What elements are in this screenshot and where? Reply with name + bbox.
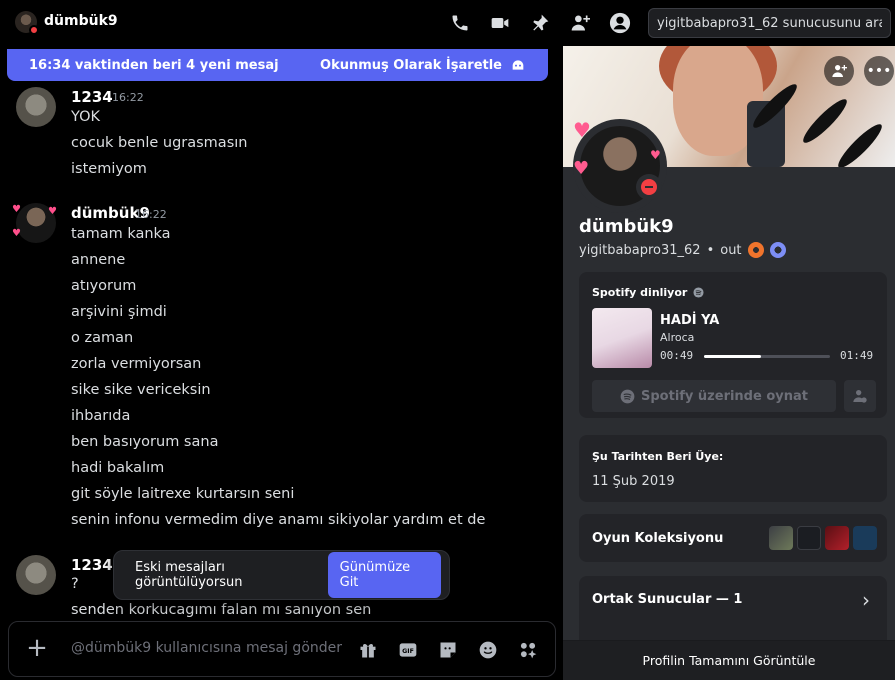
profile-icon[interactable]: [609, 12, 631, 34]
message-line: hadi bakalım: [71, 460, 165, 476]
jump-to-present-bar: Eski mesajları görüntülüyorsun Günümüze …: [113, 550, 450, 600]
message-line: istemiyom: [71, 161, 147, 177]
message-author[interactable]: 1234: [71, 556, 113, 574]
avatar[interactable]: [16, 87, 56, 127]
mark-as-read-button[interactable]: Okunmuş Olarak İşaretle: [320, 57, 526, 73]
album-cover[interactable]: [592, 308, 652, 368]
search-input[interactable]: [649, 9, 890, 37]
dnd-status-icon: [636, 174, 662, 200]
more-icon[interactable]: •••: [864, 56, 894, 86]
profile-username-row: yigitbabapro31_62 • out: [579, 242, 786, 258]
mutual-servers-label: Ortak Sunucular — 1: [592, 592, 743, 607]
listen-along-icon: [853, 390, 867, 403]
heart-decoration-icon: ♥: [12, 228, 21, 239]
message-line: atıyorum: [71, 278, 137, 294]
apex-game-icon[interactable]: [853, 526, 877, 550]
pin-icon[interactable]: [529, 12, 551, 34]
heart-decoration-icon: ♥: [48, 206, 57, 217]
game-collection-card[interactable]: Oyun Koleksiyonu: [579, 514, 887, 562]
gta-game-icon[interactable]: [769, 526, 793, 550]
view-full-profile-button[interactable]: Profilin Tamamını Görüntüle: [563, 640, 895, 680]
message-line: zorla vermiyorsan: [71, 356, 202, 372]
profile-username[interactable]: yigitbabapro31_62: [579, 243, 701, 258]
spotify-activity-card: Spotify dinliyor HADİ YA Alroca 00:49 01…: [579, 272, 887, 418]
nitro-badge-icon[interactable]: [769, 242, 786, 258]
message-line: git söyle laitrexe kurtarsın seni: [71, 486, 295, 502]
message-line: ben basıyorum sana: [71, 434, 219, 450]
play-on-spotify-label: Spotify üzerinde oynat: [641, 388, 808, 404]
duration-time: 01:49: [840, 349, 874, 362]
dm-title[interactable]: dümbük9: [44, 13, 118, 29]
mark-read-icon: [512, 60, 524, 70]
song-progress-fill: [704, 355, 761, 358]
message-line: cocuk benle ugrasmasın: [71, 135, 248, 151]
add-friend-icon[interactable]: [569, 12, 591, 34]
message-line: o zaman: [71, 330, 134, 346]
search-field[interactable]: [648, 8, 891, 38]
new-messages-banner[interactable]: 16:34 vaktinden beri 4 yeni mesaj Okunmu…: [7, 49, 548, 81]
profile-pronouns: out: [720, 242, 742, 258]
spotify-header: Spotify dinliyor: [592, 286, 704, 299]
play-on-spotify-button[interactable]: Spotify üzerinde oynat: [592, 380, 836, 412]
message-line: YOK: [71, 109, 100, 125]
message-line: sike sike vericeksin: [71, 382, 211, 398]
red-game-icon[interactable]: [825, 526, 849, 550]
message-line: tamam kanka: [71, 226, 171, 242]
mark-as-read-label: Okunmuş Olarak İşaretle: [320, 57, 502, 73]
dnd-status-icon: [29, 25, 39, 35]
emoji-icon[interactable]: [476, 638, 500, 662]
message-author[interactable]: 1234: [71, 88, 113, 106]
message-line: senin infonu vermedim diye anamı sikiyol…: [71, 512, 486, 528]
member-since-date: 11 Şub 2019: [592, 474, 675, 489]
chat-pane: 16:34 vaktinden beri 4 yeni mesaj Okunmu…: [0, 46, 563, 680]
jump-to-present-button[interactable]: Günümüze Git: [327, 552, 441, 598]
phone-icon[interactable]: [449, 12, 471, 34]
top-bar: dümbük9: [0, 0, 895, 46]
gif-icon[interactable]: GIF: [396, 638, 420, 662]
message-line: arşivini şimdi: [71, 304, 167, 320]
heart-decoration-icon: ♥: [573, 158, 590, 179]
song-title[interactable]: HADİ YA: [660, 313, 719, 328]
spotify-icon: [693, 287, 704, 298]
message-line: ihbarıda: [71, 408, 131, 424]
song-artist[interactable]: Alroca: [660, 331, 694, 344]
member-since-label: Şu Tarihten Beri Üye:: [592, 450, 724, 463]
heart-decoration-icon: ♥: [650, 148, 661, 162]
profile-panel: ••• ♥ ♥ ♥ dümbük9 yigitbabapro31_62 • ou…: [563, 46, 895, 680]
spotify-icon: [620, 389, 635, 403]
add-friend-button[interactable]: [824, 56, 854, 86]
sticker-icon[interactable]: [436, 638, 460, 662]
spotify-header-label: Spotify dinliyor: [592, 286, 688, 299]
feather-decoration: [798, 94, 852, 148]
hypesquad-badge-icon[interactable]: [747, 242, 764, 258]
new-messages-text: 16:34 vaktinden beri 4 yeni mesaj: [29, 57, 279, 73]
apps-icon[interactable]: [516, 638, 540, 662]
old-messages-notice: Eski mesajları görüntülüyorsun: [135, 560, 243, 590]
game-collection-label: Oyun Koleksiyonu: [592, 530, 724, 546]
separator-dot: •: [706, 242, 715, 258]
svg-text:GIF: GIF: [402, 648, 414, 655]
listen-along-button[interactable]: [844, 380, 876, 412]
profile-display-name: dümbük9: [579, 216, 674, 237]
message-timestamp: 16:22: [112, 91, 144, 104]
message-line: ?: [71, 576, 79, 592]
video-icon[interactable]: [489, 12, 511, 34]
message-line: senden korkucagımı falan mı sanıyon sen: [71, 602, 372, 618]
chevron-right-icon: ›: [862, 588, 870, 612]
avatar[interactable]: [16, 555, 56, 595]
heart-decoration-icon: ♥: [12, 204, 21, 215]
message-timestamp: 16:22: [135, 208, 167, 221]
member-since-card: Şu Tarihten Beri Üye: 11 Şub 2019: [579, 435, 887, 502]
heart-decoration-icon: ♥: [573, 118, 591, 142]
gift-icon[interactable]: [356, 638, 380, 662]
message-input[interactable]: @dümbük9 kullanıcısına mesaj gönder: [71, 640, 342, 656]
plus-icon[interactable]: +: [25, 635, 49, 661]
elapsed-time: 00:49: [660, 349, 694, 362]
message-line: annene: [71, 252, 126, 268]
feather-decoration: [833, 119, 887, 167]
message-composer[interactable]: + @dümbük9 kullanıcısına mesaj gönder GI…: [8, 621, 556, 677]
valorant-game-icon[interactable]: [797, 526, 821, 550]
song-progress-bar: [704, 355, 830, 358]
